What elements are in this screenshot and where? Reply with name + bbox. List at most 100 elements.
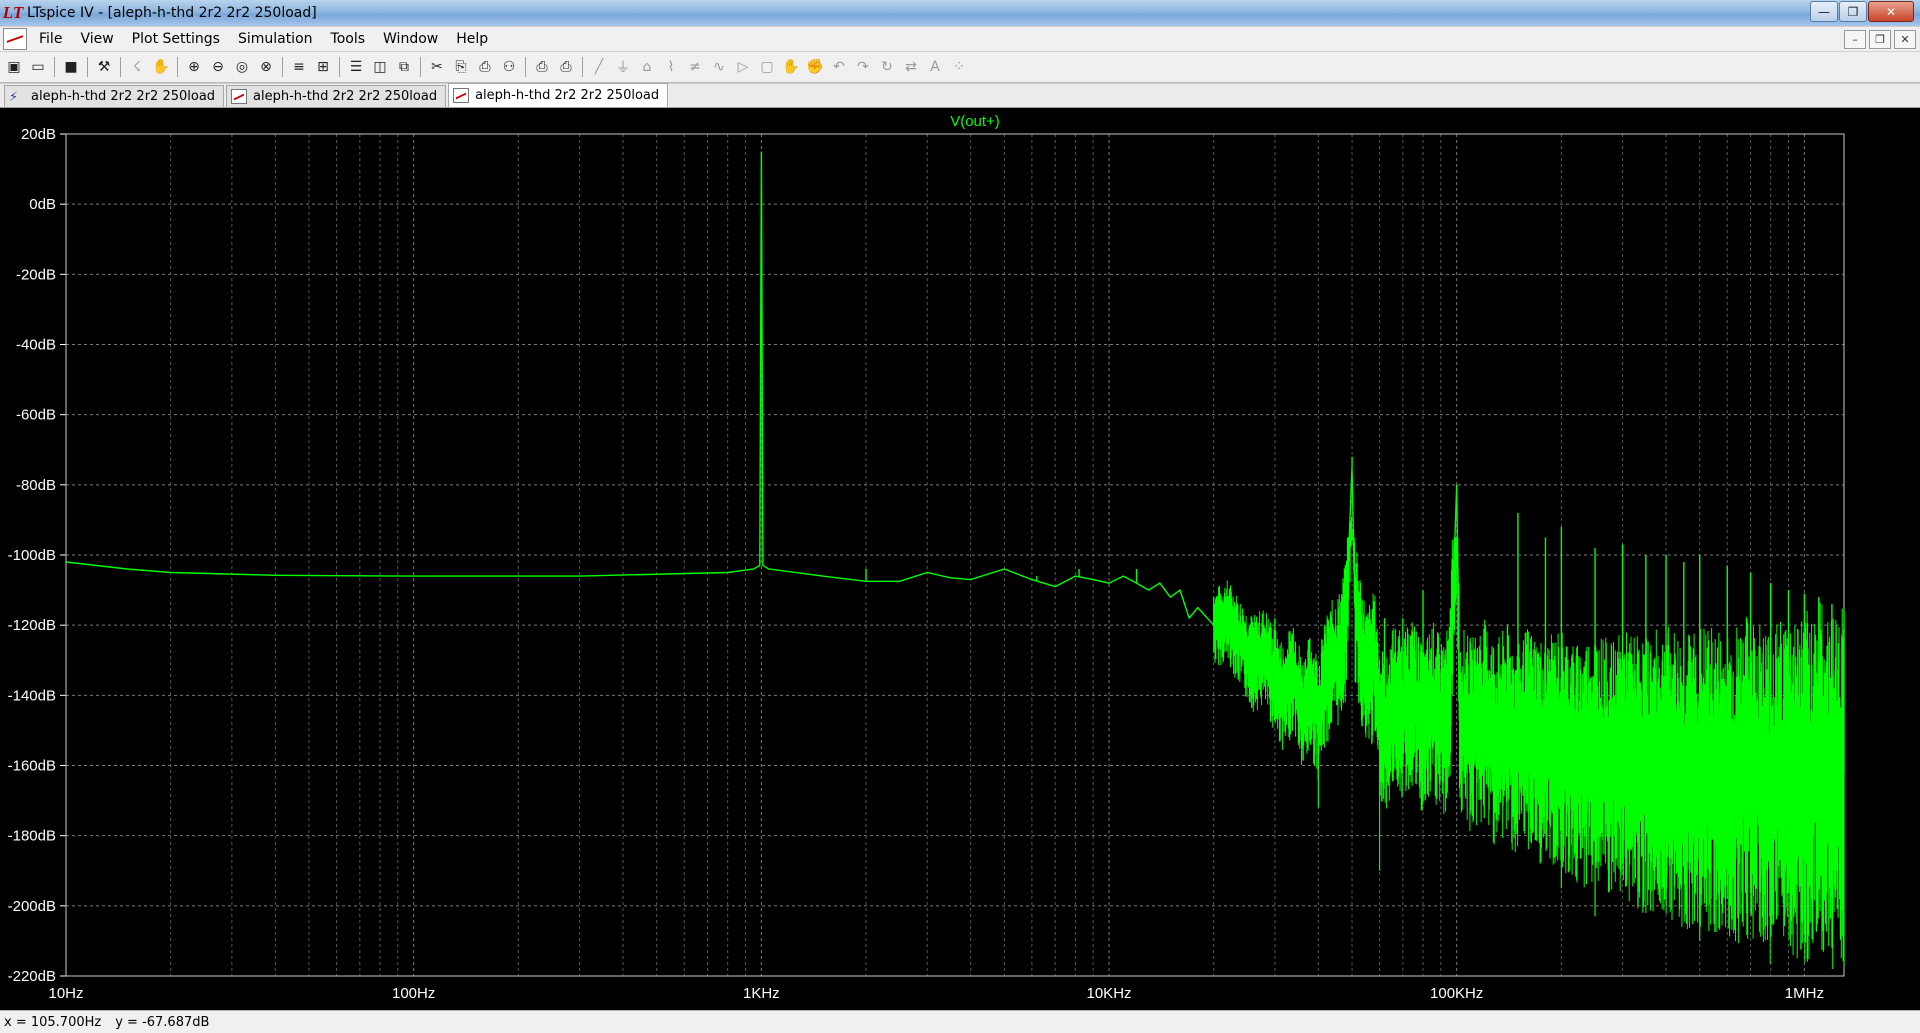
toolbar: ▣ ▭ ■ ⚒ ☇ ✋ ⊕ ⊖ ◎ ⊗ ≡ ⊞ ☰ ◫ ⧉ ✂ ⎘ ⎙ ⚇ ⎙ ⎙ ╱ ⏚ ⌂ ⌇ ≠ ∿ ▷ ▢ ✋ ✊ ↶ ↷ ↻ ⇄ A ⁘ (0, 52, 1920, 83)
menu-plot-settings[interactable]: Plot Settings (130, 30, 222, 48)
waveform-icon (453, 88, 470, 103)
wire-icon[interactable]: ╱ (589, 57, 609, 77)
y-tick-label: -40dB (16, 337, 56, 354)
tab-plot-1[interactable]: aleph-h-thd 2r2 2r2 250load (226, 85, 447, 107)
mdi-restore-button[interactable]: ❐ (1869, 30, 1891, 49)
spice-directive-icon[interactable]: ⁘ (949, 57, 969, 77)
y-tick-label: -140dB (8, 687, 56, 704)
drag-icon[interactable]: ✊ (805, 57, 825, 77)
zoom-fit-icon[interactable]: ◎ (232, 57, 252, 77)
toolbar-separator (120, 57, 121, 77)
label-icon[interactable]: ⌂ (637, 57, 657, 77)
tab-plot-2[interactable]: aleph-h-thd 2r2 2r2 250load (448, 83, 669, 107)
toolbar-separator (420, 57, 421, 77)
menu-bar: File View Plot Settings Simulation Tools… (0, 27, 1920, 52)
menu-view[interactable]: View (78, 30, 115, 48)
zoom-in-icon[interactable]: ⊕ (184, 57, 204, 77)
toolbar-separator (582, 57, 583, 77)
y-tick-label: -180dB (8, 828, 56, 845)
menu-window[interactable]: Window (381, 30, 440, 48)
noise-floor (1213, 516, 1844, 969)
y-tick-label: -100dB (8, 547, 56, 564)
mdi-minimize-button[interactable]: – (1844, 30, 1866, 49)
toolbar-separator (54, 57, 55, 77)
zoom-out-icon[interactable]: ⊖ (208, 57, 228, 77)
x-tick-label: 10KHz (1087, 985, 1132, 1002)
menu-file[interactable]: File (37, 30, 64, 48)
y-tick-label: -200dB (8, 898, 56, 915)
toolbar-separator (177, 57, 178, 77)
run-icon[interactable]: ☇ (127, 57, 147, 77)
halt-icon[interactable]: ✋ (151, 57, 171, 77)
print-preview-icon[interactable]: ⎙ (532, 57, 552, 77)
window-title: LTspice IV - [aleph-h-thd 2r2 2r2 250loa… (27, 5, 317, 21)
fft-plot[interactable]: 10Hz 100Hz 1KHz 10KHz 100KHz 1MHz 20dB 0dB -20dB… (0, 108, 1920, 1010)
capacitor-icon[interactable]: ≠ (685, 57, 705, 77)
status-bar: x = 105.700Hz y = -67.687dB (0, 1010, 1920, 1033)
toolbar-separator (282, 57, 283, 77)
ltspice-app-icon[interactable]: LT (3, 3, 23, 22)
y-tick-label: 20dB (21, 126, 56, 143)
x-tick-label: 100Hz (392, 985, 435, 1002)
print-icon[interactable]: ⎙ (556, 57, 576, 77)
y-tick-label: -120dB (8, 617, 56, 634)
move-icon[interactable]: ✋ (781, 57, 801, 77)
schematic-icon: ⚡ (9, 90, 19, 105)
tile-vertical-icon[interactable]: ◫ (370, 57, 390, 77)
toolbar-separator (87, 57, 88, 77)
tab-schematic[interactable]: ⚡ aleph-h-thd 2r2 2r2 250load (4, 85, 225, 107)
restore-button[interactable]: ❐ (1839, 1, 1867, 22)
redo-icon[interactable]: ↷ (853, 57, 873, 77)
waveform-icon (231, 89, 248, 104)
waveform-viewer[interactable]: 10Hz 100Hz 1KHz 10KHz 100KHz 1MHz 20dB 0dB -20dB… (0, 108, 1920, 1010)
tab-label: aleph-h-thd 2r2 2r2 250load (31, 89, 216, 104)
y-tick-label: -80dB (16, 477, 56, 494)
menu-tools[interactable]: Tools (329, 30, 368, 48)
rotate-icon[interactable]: ↻ (877, 57, 897, 77)
autorange-icon[interactable]: ≡ (289, 57, 309, 77)
y-tick-label: -60dB (16, 407, 56, 424)
tab-label: aleph-h-thd 2r2 2r2 250load (253, 89, 438, 104)
x-tick-label: 10Hz (48, 985, 83, 1002)
control-panel-icon[interactable]: ⚒ (94, 57, 114, 77)
open-icon[interactable]: ▭ (28, 57, 48, 77)
text-icon[interactable]: A (925, 57, 945, 77)
menu-simulation[interactable]: Simulation (236, 30, 315, 48)
title-bar: LT LTspice IV - [aleph-h-thd 2r2 2r2 250… (0, 0, 1920, 26)
save-icon[interactable]: ■ (61, 57, 81, 77)
x-tick-label: 1KHz (743, 985, 780, 1002)
y-tick-label: -20dB (16, 266, 56, 283)
document-tabs: ⚡ aleph-h-thd 2r2 2r2 250load aleph-h-th… (0, 83, 1920, 108)
minimize-button[interactable]: — (1810, 1, 1838, 22)
cut-icon[interactable]: ✂ (427, 57, 447, 77)
x-tick-label: 1MHz (1785, 985, 1824, 1002)
copy-icon[interactable]: ⎘ (451, 57, 471, 77)
tile-horizontal-icon[interactable]: ☰ (346, 57, 366, 77)
zoom-cancel-icon[interactable]: ⊗ (256, 57, 276, 77)
y-tick-label: -220dB (8, 968, 56, 985)
inductor-icon[interactable]: ∿ (709, 57, 729, 77)
grid-icon[interactable]: ⊞ (313, 57, 333, 77)
cascade-icon[interactable]: ⧉ (394, 57, 414, 77)
plot-document-icon[interactable] (3, 28, 27, 50)
mirror-icon[interactable]: ⇄ (901, 57, 921, 77)
menu-help[interactable]: Help (454, 30, 490, 48)
find-icon[interactable]: ⚇ (499, 57, 519, 77)
new-schematic-icon[interactable]: ▣ (4, 57, 24, 77)
diode-icon[interactable]: ▷ (733, 57, 753, 77)
close-button[interactable]: ✕ (1868, 1, 1914, 22)
resistor-icon[interactable]: ⌇ (661, 57, 681, 77)
mdi-close-button[interactable]: ✕ (1894, 30, 1916, 49)
noise-band (1213, 516, 1844, 969)
ground-icon[interactable]: ⏚ (613, 57, 633, 77)
toolbar-separator (525, 57, 526, 77)
undo-icon[interactable]: ↶ (829, 57, 849, 77)
x-tick-label: 100KHz (1430, 985, 1483, 1002)
tab-label: aleph-h-thd 2r2 2r2 250load (475, 88, 660, 103)
paste-icon[interactable]: ⎙ (475, 57, 495, 77)
y-tick-label: 0dB (29, 196, 56, 213)
component-icon[interactable]: ▢ (757, 57, 777, 77)
cursor-y-readout: y = -67.687dB (115, 1014, 210, 1030)
y-tick-label: -160dB (8, 758, 56, 775)
cursor-x-readout: x = 105.700Hz (4, 1014, 102, 1030)
